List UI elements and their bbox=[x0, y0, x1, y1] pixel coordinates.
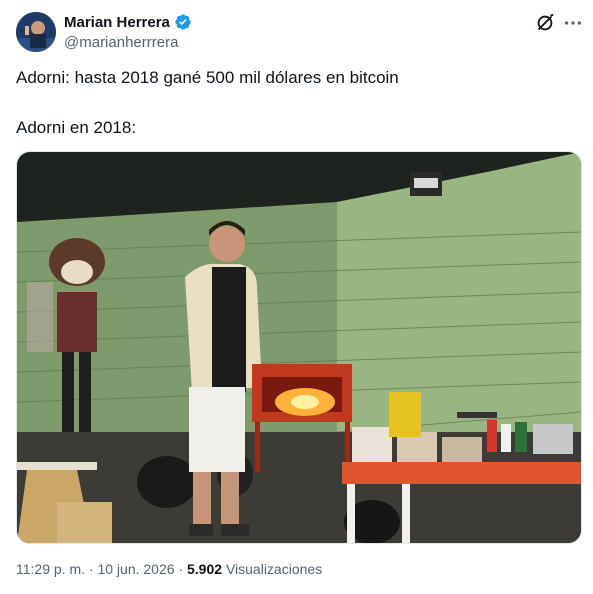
verified-badge-icon bbox=[175, 14, 191, 30]
meta-separator-2: · bbox=[178, 561, 184, 577]
tweet-photo[interactable] bbox=[16, 151, 582, 544]
author-handle[interactable]: @marianherrrera bbox=[64, 34, 178, 51]
avatar[interactable] bbox=[16, 12, 56, 52]
grok-icon[interactable] bbox=[534, 12, 556, 34]
meta-separator: · bbox=[88, 561, 94, 577]
author-row: Marian Herrera bbox=[64, 13, 192, 31]
views-label: Visualizaciones bbox=[225, 561, 323, 577]
more-icon[interactable] bbox=[562, 12, 584, 34]
avatar-image bbox=[16, 12, 56, 52]
tweet-text-line-2: Adorni en 2018: bbox=[16, 118, 137, 137]
views-count: 5.902 bbox=[187, 561, 223, 577]
tweet-time[interactable]: 11:29 p. m. bbox=[16, 561, 85, 577]
tweet-meta: 11:29 p. m. · 10 jun. 2026 · 5.902 Visua… bbox=[16, 561, 322, 577]
tweet-date[interactable]: 10 jun. 2026 bbox=[97, 561, 174, 577]
photo-image bbox=[17, 152, 581, 543]
tweet: Marian Herrera @marianherrrera Adorni: h… bbox=[0, 0, 593, 594]
author-name[interactable]: Marian Herrera bbox=[64, 14, 170, 31]
tweet-text-line-1: Adorni: hasta 2018 gané 500 mil dólares … bbox=[16, 68, 399, 87]
